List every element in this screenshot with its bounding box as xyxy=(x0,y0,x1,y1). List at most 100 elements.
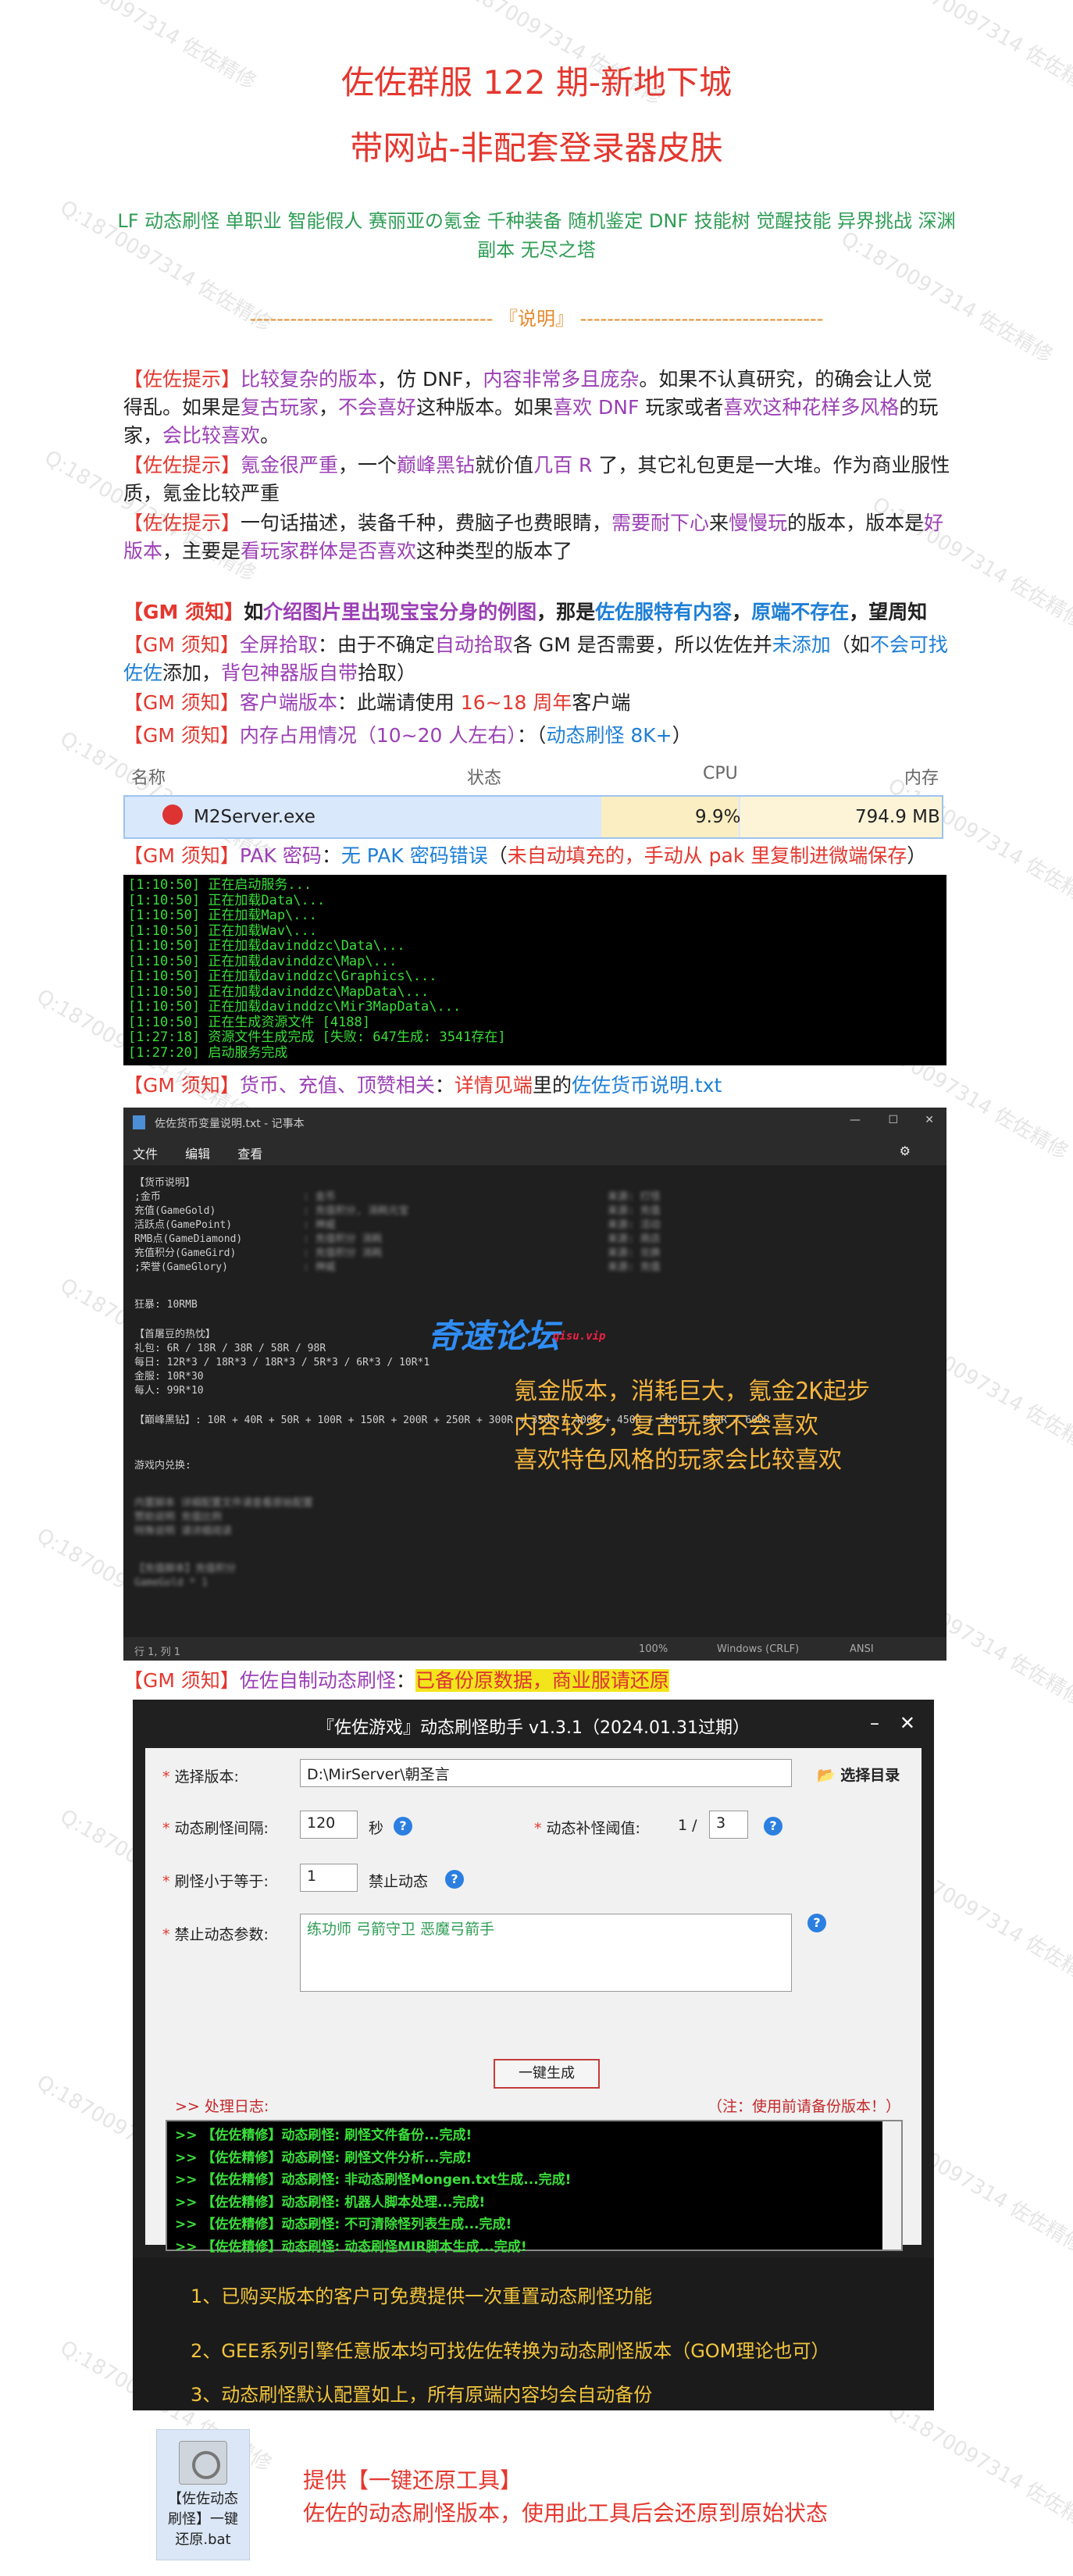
tool-body: * 选择版本: D:\MirServer\朝圣言 📂 选择目录 * 动态刷怪间隔… xyxy=(145,1748,921,2277)
bat-file-icon[interactable]: 【佐佐动态刷怪】一键还原.bat xyxy=(156,2429,250,2560)
tip-text: 巅峰黑钻 xyxy=(397,454,476,476)
minimize-icon[interactable]: — xyxy=(850,1114,861,1126)
tip-3: 【佐佐提示】一句话描述，装备千种，费脑子也费眼睛，需要耐下心来慢慢玩的版本，版本… xyxy=(123,509,951,566)
fill-label: * 动态补怪阈值: xyxy=(534,1820,640,1837)
close-icon[interactable]: ✕ xyxy=(925,1114,934,1126)
log-line: >> 【佐佐精修】动态刷怪: 动态刷怪MIR脚本生成...完成! xyxy=(175,2239,527,2255)
tip-text: 氪金很严重 xyxy=(241,454,339,476)
tip-text: 喜欢 DNF xyxy=(553,396,640,419)
refresh-tool-window: 『佐佐游戏』动态刷怪助手 v1.3.1（2024.01.31过期） – ✕ * … xyxy=(133,1700,934,2277)
bat-icon xyxy=(179,2441,227,2485)
console-line: [1:10:50] 正在加载davinddzc\Graphics\... xyxy=(128,969,437,984)
tip-text: ，仿 DNF， xyxy=(377,368,483,391)
tip-tag: 【佐佐提示】 xyxy=(123,454,241,476)
help-icon[interactable]: ? xyxy=(764,1817,782,1836)
console-line: [1:10:50] 正在加载davinddzc\Map\... xyxy=(128,953,397,969)
tip-text: 慢慢玩 xyxy=(729,512,788,534)
minimize-icon[interactable]: – xyxy=(870,1712,879,1734)
tip-text: 会比较喜欢 xyxy=(162,424,261,447)
process-table: 名称 状态 CPU 内存 M2Server.exe 9.9% 794.9 MB xyxy=(123,756,943,840)
settings-icon[interactable]: ⚙ xyxy=(900,1144,911,1158)
tip-text: 的版本，版本是 xyxy=(787,512,925,534)
feature-notes: 1、已购买版本的客户可免费提供一次重置动态刷怪功能 2、GEE系列引擎任意版本均… xyxy=(133,2257,934,2410)
page-title: 佐佐群服 122 期-新地下城 xyxy=(340,63,733,102)
log-line: >> 【佐佐精修】动态刷怪: 刷怪文件备份...完成! xyxy=(175,2128,472,2143)
app-icon xyxy=(162,805,183,825)
log-line: >> 【佐佐精修】动态刷怪: 非动态刷怪Mongen.txt生成...完成! xyxy=(175,2172,572,2188)
notepad-line: 【货币说明】 xyxy=(134,1177,196,1189)
console-line: [1:10:50] 正在加载davinddzc\MapData\... xyxy=(128,983,430,1000)
version-input[interactable]: D:\MirServer\朝圣言 xyxy=(300,1759,792,1787)
tip-tag: 【佐佐提示】 xyxy=(123,512,241,534)
forum-logo: 奇速论坛 qisu.vip xyxy=(428,1317,606,1355)
log-warning: （注：使用前请备份版本！） xyxy=(708,2098,901,2115)
fill-input[interactable]: 3 xyxy=(709,1811,748,1839)
choose-dir-button[interactable]: 📂 选择目录 xyxy=(817,1764,900,1785)
notepad-line: 充值积分(GameGird) xyxy=(134,1247,237,1259)
tip-text: 一句话描述，装备千种，费脑子也费眼睛， xyxy=(241,512,612,534)
notepad-body[interactable]: 【货币说明】 ;金币 充值(GameGold) 活跃点(GamePoint) RMB点(… xyxy=(123,1165,946,1634)
gm-notice-1: 【GM 须知】如介绍图片里出现宝宝分身的例图，那是佐佐服特有内容，原端不存在，望… xyxy=(123,601,928,623)
console-line: [1:27:18] 资源文件生成完成 [失败: 647生成: 3541存在] xyxy=(128,1029,506,1045)
process-log[interactable]: >> 【佐佐精修】动态刷怪: 刷怪文件备份...完成! >> 【佐佐精修】动态刷怪… xyxy=(166,2120,903,2277)
console-line: [1:10:50] 正在加载davinddzc\Mir3MapData\... xyxy=(128,999,462,1015)
notepad-icon xyxy=(133,1115,145,1129)
menu-edit[interactable]: 编辑 xyxy=(185,1147,210,1161)
section-separator: ------------------------------------ 『说明… xyxy=(249,308,824,330)
help-icon[interactable]: ? xyxy=(807,1914,826,1932)
interval-label: * 动态刷怪间隔: xyxy=(162,1820,269,1837)
notepad-statusbar: 行 1, 列 1 100% Windows (CRLF) ANSI xyxy=(123,1637,946,1661)
menu-file[interactable]: 文件 xyxy=(133,1147,158,1161)
less-label: * 刷怪小于等于: xyxy=(162,1873,269,1890)
notepad-line: 活跃点(GamePoint) xyxy=(134,1219,233,1231)
menu-view[interactable]: 查看 xyxy=(237,1147,262,1161)
tip-text: 这种类型的版本了 xyxy=(416,540,573,562)
less-input[interactable]: 1 xyxy=(300,1864,358,1892)
process-row[interactable]: M2Server.exe 9.9% 794.9 MB xyxy=(123,795,943,839)
tip-text: 来 xyxy=(709,512,729,534)
ban-textarea[interactable]: 练功师 弓箭守卫 恶魔弓箭手 xyxy=(300,1914,792,1992)
tip-text: 。 xyxy=(260,424,280,447)
tip-text: 几百 R xyxy=(533,454,593,476)
tip-text: 这种版本。如果 xyxy=(416,396,554,419)
help-icon[interactable]: ? xyxy=(445,1870,464,1889)
tip-2: 【佐佐提示】氪金很严重，一个巅峰黑钻就价值几百 R 了，其它礼包更是一大堆。作为… xyxy=(123,451,951,508)
maximize-icon[interactable]: ☐ xyxy=(888,1114,898,1126)
gm-notice-2: 【GM 须知】全屏拾取：由于不确定自动拾取各 GM 是否需要，所以佐佐并未添加（… xyxy=(123,633,948,684)
tip-text: 就价值 xyxy=(475,454,534,476)
tip-text: ，一个 xyxy=(338,454,397,476)
log-line: >> 【佐佐精修】动态刷怪: 机器人脚本处理...完成! xyxy=(175,2194,486,2210)
gm-notice-5: 【GM 须知】PAK 密码：无 PAK 密码错误（未自动填充的，手动从 pak … xyxy=(123,844,927,867)
notepad-line: RMB点(GameDiamond) xyxy=(134,1233,243,1245)
notepad-titlebar: 佐佐货币变量说明.txt - 记事本 — ☐ ✕ xyxy=(123,1108,946,1137)
console-line: [1:27:20] 启动服务完成 xyxy=(128,1044,288,1061)
tool-titlebar: 『佐佐游戏』动态刷怪助手 v1.3.1（2024.01.31过期） – ✕ xyxy=(317,1712,915,1738)
tip-tag: 【佐佐提示】 xyxy=(123,368,241,391)
interval-input[interactable]: 120 xyxy=(300,1811,358,1839)
notepad-menu: 文件 编辑 查看 ⚙ xyxy=(123,1137,946,1165)
gm-notice-4: 【GM 须知】内存占用情况（10~20 人左右）：（动态刷怪 8K+） xyxy=(123,724,692,747)
version-label: * 选择版本: xyxy=(162,1768,239,1786)
log-scrollbar[interactable] xyxy=(882,2121,901,2250)
tip-text: 玩家或者 xyxy=(639,396,724,419)
gm-notice-3: 【GM 须知】客户端版本：此端请使用 16~18 周年客户端 xyxy=(123,691,631,714)
tip-text: 复古玩家 xyxy=(241,396,319,419)
watermark: Q:1870097314 佐佐精修 xyxy=(883,2398,1073,2539)
log-line: >> 【佐佐精修】动态刷怪: 刷怪文件分析...完成! xyxy=(175,2150,472,2166)
process-table-header: 名称 状态 CPU 内存 xyxy=(131,764,939,788)
tip-text: 需要耐下心 xyxy=(611,512,710,534)
tip-text: ，主要是 xyxy=(162,540,241,562)
tip-1: 【佐佐提示】比较复杂的版本，仿 DNF，内容非常多且庞杂。如果不认真研究，的确会… xyxy=(123,366,951,450)
ban-label: * 禁止动态参数: xyxy=(162,1926,269,1943)
folder-icon: 📂 xyxy=(817,1767,836,1784)
notepad-overlay-note: 氪金版本，消耗巨大，氪金2K起步 内容较多，复古玩家不会喜欢 喜欢特色风格的玩家… xyxy=(514,1378,871,1474)
close-icon[interactable]: ✕ xyxy=(900,1712,915,1734)
tip-text: 喜欢这种花样多风格 xyxy=(723,396,900,419)
console-line: [1:10:50] 正在加载Data\... xyxy=(128,892,326,908)
page-subtitle: 带网站-非配套登录器皮肤 xyxy=(350,129,723,167)
generate-button[interactable]: 一键生成 xyxy=(494,2059,600,2089)
notepad-line: ;金币 xyxy=(134,1191,161,1203)
help-icon[interactable]: ? xyxy=(394,1817,412,1836)
notepad-line: ;荣誉(GameGlory) xyxy=(134,1261,228,1273)
log-line: >> 【佐佐精修】动态刷怪: 不可清除怪列表生成...完成! xyxy=(175,2217,512,2232)
